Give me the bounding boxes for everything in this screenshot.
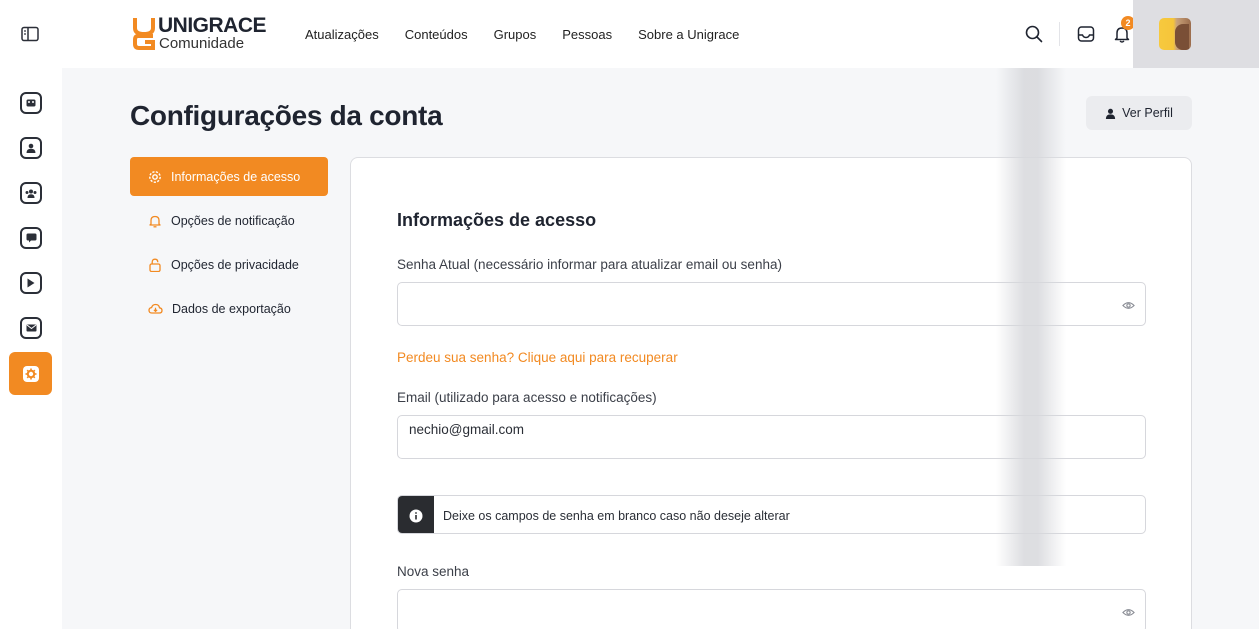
form-title: Informações de acesso	[397, 210, 597, 230]
settings-nav-label: Opções de privacidade	[171, 257, 299, 272]
email-field[interactable]: nechio@gmail.com	[397, 415, 1146, 459]
avatar-backdrop	[1133, 0, 1259, 68]
header-divider	[1059, 22, 1060, 46]
brand-subtitle: Comunidade	[159, 35, 245, 52]
settings-icon[interactable]	[9, 352, 52, 395]
gear-icon	[149, 170, 161, 183]
recover-password-link[interactable]: Perdeu sua senha? Clique aqui para recup…	[397, 350, 678, 365]
user-icon	[1106, 108, 1116, 119]
profile-icon[interactable]	[20, 137, 42, 159]
settings-nav-label: Opções de notificação	[171, 213, 295, 228]
settings-nav-label: Dados de exportação	[172, 301, 291, 316]
nav-grupos[interactable]: Grupos	[494, 27, 537, 42]
sidebar-toggle-icon[interactable]	[20, 24, 40, 44]
nav-conteudos[interactable]: Conteúdos	[405, 27, 468, 42]
settings-nav-access-info[interactable]: Informações de acesso	[130, 157, 328, 196]
main-content: Configurações da conta Ver Perfil Inform…	[62, 68, 1259, 629]
avatar[interactable]	[1159, 18, 1191, 50]
notice-text: Deixe os campos de senha em branco caso …	[443, 509, 790, 523]
info-icon	[398, 496, 434, 533]
access-info-card: Informações de acesso Senha Atual (neces…	[350, 157, 1192, 629]
inbox-icon[interactable]	[1076, 24, 1096, 44]
current-password-label: Senha Atual (necessário informar para at…	[397, 257, 782, 272]
settings-nav: Informações de acesso Opções de notifica…	[130, 157, 328, 333]
nav-sobre[interactable]: Sobre a Unigrace	[638, 27, 739, 42]
main-nav: Atualizações Conteúdos Grupos Pessoas So…	[305, 27, 739, 42]
new-password-label: Nova senha	[397, 564, 470, 579]
logo-mark-icon	[133, 18, 155, 50]
search-icon[interactable]	[1024, 24, 1044, 44]
email-label: Email (utilizado para acesso e notificaç…	[397, 390, 657, 405]
nav-atualizacoes[interactable]: Atualizações	[305, 27, 379, 42]
groups-icon[interactable]	[20, 182, 42, 204]
page-title: Configurações da conta	[130, 100, 443, 131]
nav-pessoas[interactable]: Pessoas	[562, 27, 612, 42]
lock-icon	[149, 258, 161, 272]
email-value: nechio@gmail.com	[409, 422, 525, 437]
settings-nav-export[interactable]: Dados de exportação	[130, 289, 328, 328]
view-profile-button[interactable]: Ver Perfil	[1086, 96, 1192, 130]
password-notice: Deixe os campos de senha em branco caso …	[397, 495, 1146, 534]
left-rail	[0, 68, 62, 629]
cloud-download-icon	[148, 303, 163, 314]
forum-icon[interactable]	[20, 227, 42, 249]
new-password-field[interactable]	[397, 589, 1146, 629]
eye-icon[interactable]	[1122, 606, 1135, 619]
video-icon[interactable]	[20, 272, 42, 294]
eye-icon[interactable]	[1122, 299, 1135, 312]
news-icon[interactable]	[20, 92, 42, 114]
settings-nav-privacy[interactable]: Opções de privacidade	[130, 245, 328, 284]
current-password-field[interactable]	[397, 282, 1146, 326]
view-profile-label: Ver Perfil	[1122, 106, 1173, 120]
settings-nav-label: Informações de acesso	[171, 169, 301, 184]
top-header: UNIGRACE Comunidade Atualizações Conteúd…	[0, 0, 1259, 68]
mail-icon[interactable]	[20, 317, 42, 339]
settings-nav-notifications[interactable]: Opções de notificação	[130, 201, 328, 240]
bell-icon	[149, 215, 161, 227]
brand-logo[interactable]: UNIGRACE Comunidade	[132, 14, 272, 54]
